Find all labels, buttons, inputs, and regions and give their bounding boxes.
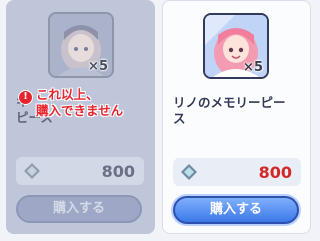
item-price: 800 [258,163,292,182]
shop-item-card[interactable]: ×5 リノのメモリーピー ス 800 購入する [162,0,311,234]
alert-icon: ! [18,90,33,105]
shop-item-card[interactable]: ×5 キ ピース ! これ以上、 購入できません 800 購入する [6,0,155,234]
buy-button[interactable]: 購入する [16,195,142,223]
memory-piece-thumbnail: ×5 [48,12,114,78]
item-name: リノのメモリーピー ス [173,95,286,126]
purchase-limit-warning: これ以上、 購入できません [36,87,124,118]
item-quantity: ×5 [243,60,263,75]
gem-icon [181,164,197,180]
gem-icon [24,163,40,179]
price-box: 800 [173,158,301,186]
buy-button[interactable]: 購入する [173,196,299,224]
memory-piece-thumbnail: ×5 [203,13,269,79]
price-box: 800 [16,157,144,185]
item-price: 800 [101,162,135,181]
item-quantity: ×5 [88,59,108,74]
